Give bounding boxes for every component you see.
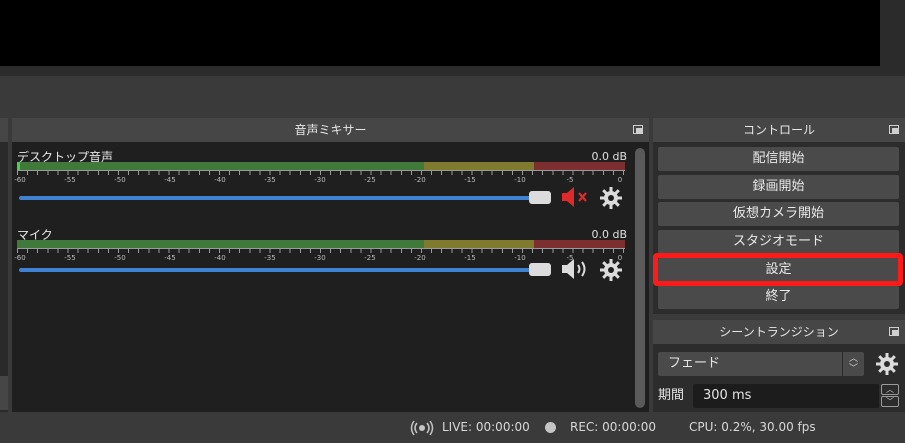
scene-transitions-body: フェード ︿ ﹀ 期間 300 ms ︿ ﹀: [653, 344, 905, 412]
audio-mixer-title-text: 音声ミキサー: [294, 123, 367, 137]
volume-meter: [17, 240, 625, 248]
mixer-scrollbar[interactable]: [635, 148, 645, 408]
duration-value: 300 ms: [703, 388, 752, 403]
preview-divider[interactable]: [0, 66, 905, 76]
float-dock-icon[interactable]: [889, 327, 899, 336]
studio-mode-button[interactable]: スタジオモード: [658, 230, 899, 254]
tick-label: -15: [464, 254, 476, 262]
tick-label: -50: [114, 254, 126, 262]
tick-label: -40: [214, 254, 226, 262]
tick-label: -45: [164, 176, 176, 184]
sources-dock-toolbar-edge: [0, 376, 8, 410]
tick-label: -25: [364, 254, 376, 262]
meter-tick-labels: -60 -55 -50 -45 -40 -35 -30 -25 -20 -15 …: [14, 176, 625, 186]
settings-highlight-box: [653, 253, 903, 286]
tick-label: 0: [617, 176, 623, 184]
float-dock-icon[interactable]: [633, 125, 643, 134]
volume-slider-handle[interactable]: [529, 191, 551, 204]
tick-label: -15: [464, 176, 476, 184]
tick-label: -45: [164, 254, 176, 262]
mixer-channel-mic: マイク 0.0 dB -60 -55 -50 -45 -40 -35 -30 -…: [14, 226, 627, 300]
scene-transitions-title: シーントランジション: [653, 320, 905, 344]
tick-label: -30: [314, 254, 326, 262]
speaker-muted-icon[interactable]: [561, 186, 591, 208]
tick-label: -20: [414, 176, 426, 184]
meter-peak: [17, 162, 20, 170]
spin-down-icon[interactable]: ﹀: [881, 396, 899, 407]
sources-dock-title-edge: [0, 118, 8, 142]
tick-label: -30: [314, 176, 326, 184]
gear-icon[interactable]: [875, 352, 899, 376]
duration-input[interactable]: 300 ms: [693, 384, 879, 408]
gear-icon[interactable]: [599, 258, 623, 282]
tick-label: -35: [264, 254, 276, 262]
transition-select[interactable]: フェード ︿ ﹀: [658, 352, 864, 376]
mixer-channel-desktop-audio: デスクトップ音声 0.0 dB -60 -55 -50 -45 -40 -35 …: [14, 148, 627, 222]
live-status: LIVE: 00:00:00: [442, 420, 530, 434]
broadcast-icon: [410, 420, 434, 436]
obs-window: 音声ミキサー デスクトップ音声 0.0 dB -60 -55 -50 -45 -…: [0, 0, 905, 443]
tick-label: -60: [14, 176, 26, 184]
tick-label: -5: [566, 176, 574, 184]
chevron-updown-icon: ︿ ﹀: [842, 352, 864, 376]
tick-label: -25: [364, 176, 376, 184]
tick-label: -55: [64, 254, 76, 262]
duration-label: 期間: [658, 388, 685, 403]
tick-label: -55: [64, 176, 76, 184]
duration-spinner[interactable]: ︿ ﹀: [881, 384, 901, 408]
tick-label: -10: [514, 254, 526, 262]
float-dock-icon[interactable]: [889, 125, 899, 134]
volume-slider-track[interactable]: [19, 268, 537, 272]
gear-icon[interactable]: [599, 186, 623, 210]
volume-slider-handle[interactable]: [529, 263, 551, 276]
tick-label: -50: [114, 176, 126, 184]
exit-button[interactable]: 終了: [658, 285, 899, 309]
record-dot-icon: [545, 422, 556, 433]
controls-title-text: コントロール: [742, 123, 815, 137]
tick-label: -35: [264, 176, 276, 184]
spin-up-icon[interactable]: ︿: [881, 384, 899, 395]
status-bar: LIVE: 00:00:00 REC: 00:00:00 CPU: 0.2%, …: [0, 412, 905, 443]
controls-title: コントロール: [653, 118, 905, 142]
meter-ticks: [17, 248, 625, 253]
volume-slider-track[interactable]: [19, 196, 537, 200]
tick-label: -10: [514, 176, 526, 184]
preview-gutter: [880, 0, 905, 66]
controls-body: 配信開始 録画開始 仮想カメラ開始 スタジオモード 設定 終了: [653, 142, 905, 314]
audio-mixer-title: 音声ミキサー: [12, 118, 649, 142]
tick-label: -40: [214, 176, 226, 184]
meter-ticks: [17, 170, 625, 175]
sources-dock-edge: [0, 118, 8, 412]
tick-label: -20: [414, 254, 426, 262]
tick-label: -60: [14, 254, 26, 262]
scene-transitions-title-text: シーントランジション: [719, 325, 839, 339]
start-streaming-button[interactable]: 配信開始: [658, 147, 899, 171]
speaker-icon[interactable]: [561, 258, 591, 280]
audio-mixer-body: デスクトップ音声 0.0 dB -60 -55 -50 -45 -40 -35 …: [12, 142, 649, 412]
audio-mixer-dock: 音声ミキサー デスクトップ音声 0.0 dB -60 -55 -50 -45 -…: [12, 118, 649, 412]
rec-status: REC: 00:00:00: [570, 420, 657, 434]
scene-transitions-dock: シーントランジション フェード ︿ ﹀ 期間 300 ms ︿ ﹀: [653, 320, 905, 412]
cpu-status: CPU: 0.2%, 30.00 fps: [689, 420, 816, 434]
volume-meter: [17, 162, 625, 170]
preview-canvas[interactable]: [0, 0, 880, 66]
start-recording-button[interactable]: 録画開始: [658, 175, 899, 199]
transition-select-value: フェード: [668, 356, 721, 371]
start-virtual-camera-button[interactable]: 仮想カメラ開始: [658, 202, 899, 226]
